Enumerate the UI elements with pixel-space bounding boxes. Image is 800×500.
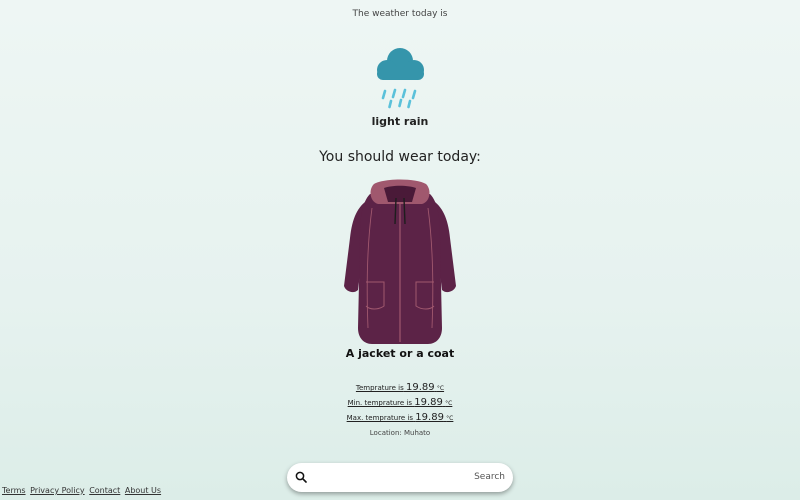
search-icon[interactable] xyxy=(295,471,307,483)
coat-icon xyxy=(344,179,456,344)
temperature-label: Temprature is xyxy=(355,384,404,392)
temperature-unit: °C xyxy=(436,385,445,392)
search-button[interactable]: Search xyxy=(474,469,505,485)
weather-intro-text: The weather today is xyxy=(352,9,448,19)
rain-cloud-icon xyxy=(377,48,424,109)
footer-link-about-us[interactable]: About Us xyxy=(125,486,161,495)
footer-link-contact[interactable]: Contact xyxy=(89,486,120,495)
min-temperature: Min. temprature is 19.89 °C xyxy=(0,396,800,411)
weather-condition: light rain xyxy=(371,115,429,128)
garment-recommendation: A jacket or a coat xyxy=(345,347,455,360)
max-temperature: Max. temprature is 19.89 °C xyxy=(0,411,800,426)
max-temperature-label: Max. temprature is xyxy=(346,414,414,422)
search-bar: Search xyxy=(287,463,513,492)
min-temperature-value: 19.89 xyxy=(414,397,443,408)
location-text: Location: Muhato xyxy=(369,429,431,437)
temperature-value: 19.89 xyxy=(406,382,435,393)
min-temperature-unit: °C xyxy=(445,400,453,407)
search-input[interactable] xyxy=(313,468,467,488)
footer-link-terms[interactable]: Terms xyxy=(2,486,26,495)
max-temperature-value: 19.89 xyxy=(415,412,444,423)
advice-heading: You should wear today: xyxy=(319,149,481,165)
max-temperature-unit: °C xyxy=(446,415,454,422)
min-temperature-label: Min. temprature is xyxy=(347,399,413,407)
footer-links: Terms Privacy Policy Contact About Us xyxy=(2,486,163,495)
footer-link-privacy-policy[interactable]: Privacy Policy xyxy=(30,486,85,495)
current-temperature: Temprature is 19.89 °C xyxy=(0,381,800,396)
temperature-panel: Temprature is 19.89 °C Min. temprature i… xyxy=(0,381,800,426)
